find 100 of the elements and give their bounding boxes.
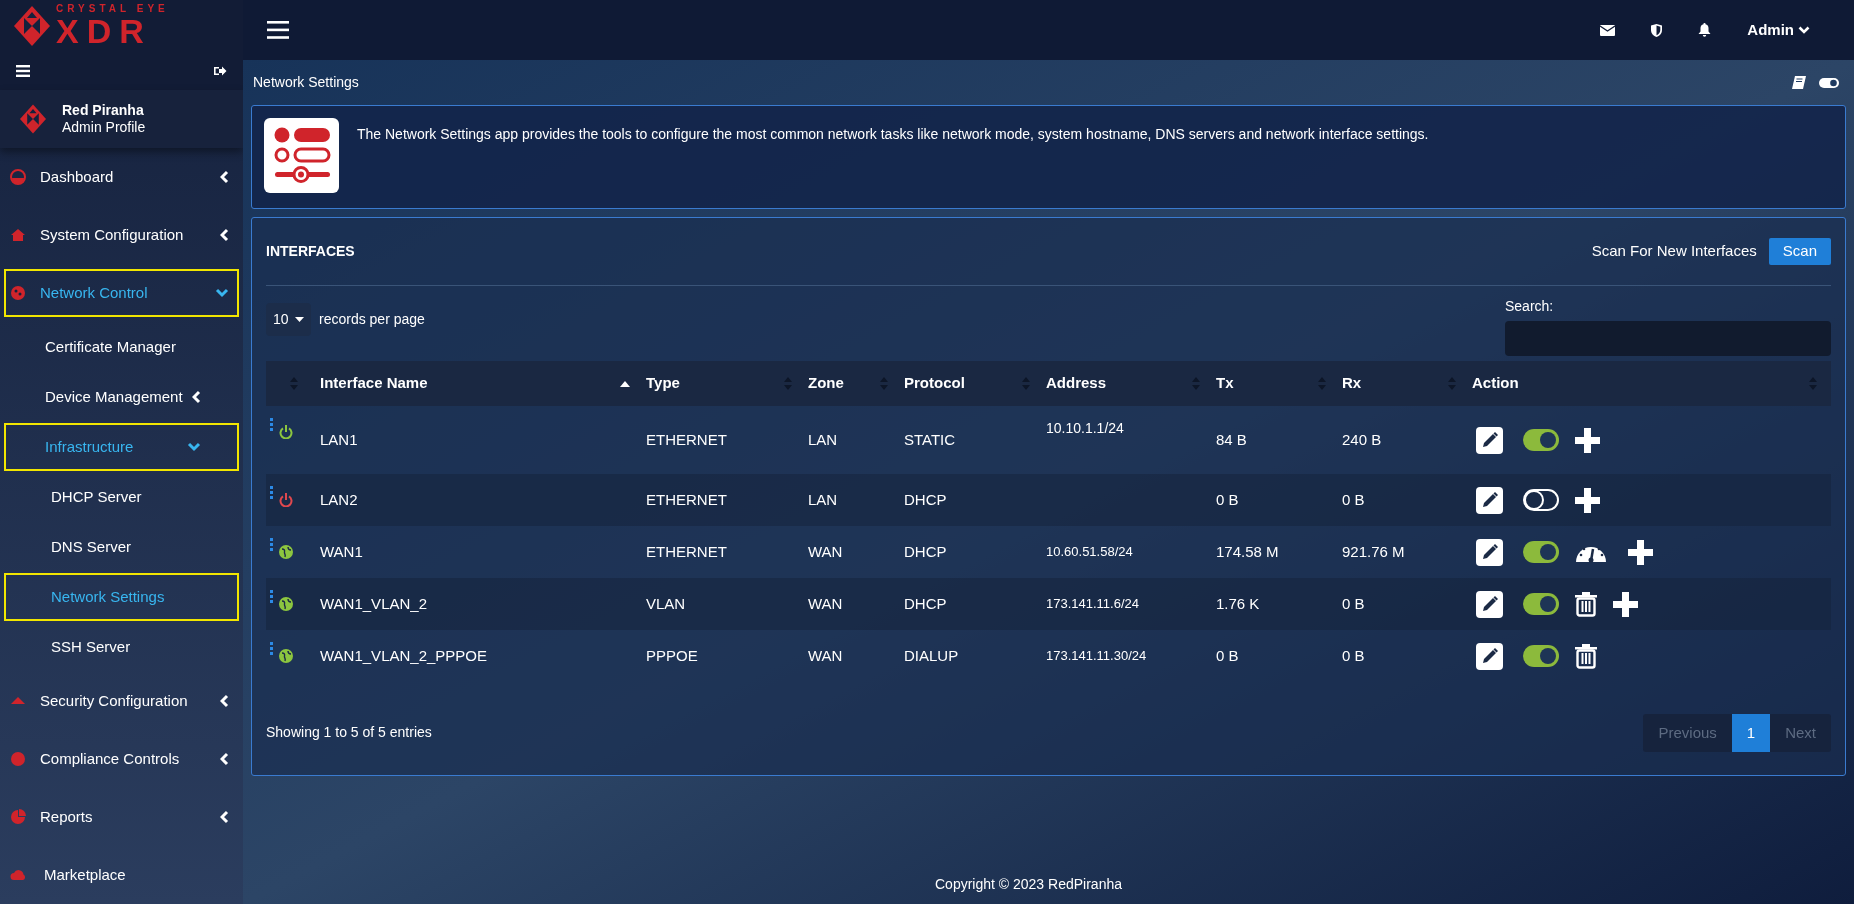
add-icon[interactable] [1628, 539, 1653, 565]
scan-label: Scan For New Interfaces [1591, 241, 1757, 262]
nav-item[interactable]: SSH Server [0, 622, 243, 672]
interface-name: WAN1 [320, 542, 363, 560]
delete-icon[interactable] [1575, 643, 1597, 669]
nav-item[interactable]: Reports [0, 788, 243, 846]
column-header[interactable]: Protocol [904, 372, 965, 395]
enable-toggle[interactable] [1523, 645, 1559, 667]
enable-toggle[interactable] [1523, 541, 1559, 563]
page-size-select[interactable]: 10 [266, 303, 311, 336]
nav-icon [10, 867, 26, 883]
bell-icon[interactable] [1698, 23, 1712, 37]
ip-address: 10.10.1.1/24 [1046, 419, 1124, 438]
theme-toggle[interactable] [1818, 76, 1840, 89]
zone: WAN [808, 542, 843, 560]
nav-item[interactable]: DNS Server [0, 522, 243, 572]
interface-name: WAN1_VLAN_2 [320, 594, 427, 612]
interface-name: WAN1_VLAN_2_PPPOE [320, 646, 488, 664]
table-summary: Showing 1 to 5 of 5 entries [266, 723, 432, 742]
interface-type: PPPOE [646, 646, 698, 664]
menu-icon[interactable] [16, 65, 30, 78]
scan-button[interactable]: Scan [1768, 238, 1831, 265]
user-menu[interactable]: Admin [1747, 18, 1810, 42]
rx-bytes: 0 B [1342, 646, 1365, 664]
tx-bytes: 0 B [1216, 490, 1239, 508]
nav-item[interactable]: System Configuration [0, 206, 243, 264]
search-field[interactable] [1505, 321, 1831, 356]
chevron-left-icon [220, 228, 229, 242]
protocol: STATIC [904, 430, 956, 448]
enable-toggle[interactable] [1523, 429, 1559, 451]
zone: WAN [808, 646, 843, 664]
nav-item[interactable]: Marketplace [0, 846, 243, 904]
column-header[interactable]: Action [1472, 372, 1519, 395]
protocol: DHCP [904, 542, 947, 560]
drag-handle-icon[interactable] [270, 590, 273, 603]
column-header[interactable]: Address [1046, 372, 1107, 395]
profile-name: Red Piranha [62, 101, 145, 119]
nav-item[interactable]: Dashboard [0, 148, 243, 206]
page-size-label: records per page [319, 310, 425, 329]
nav-item[interactable]: Device Management [0, 372, 243, 422]
enable-toggle[interactable] [1523, 593, 1559, 615]
interface-type: ETHERNET [646, 542, 727, 560]
nav-item[interactable]: Certificate Manager [0, 322, 243, 372]
add-icon[interactable] [1613, 591, 1638, 617]
ip-address: 10.60.51.58/24 [1046, 543, 1133, 562]
enable-toggle[interactable] [1523, 489, 1559, 511]
protocol: DHCP [904, 490, 947, 508]
interface-name: LAN1 [320, 430, 358, 448]
drag-handle-icon[interactable] [270, 418, 273, 431]
nav-icon [10, 809, 26, 825]
book-icon[interactable] [1792, 76, 1806, 89]
column-header[interactable]: Rx [1342, 372, 1362, 395]
zone: WAN [808, 594, 843, 612]
column-header[interactable]: Zone [808, 372, 844, 395]
delete-icon[interactable] [1575, 591, 1597, 617]
add-icon[interactable] [1575, 427, 1600, 453]
mail-icon[interactable] [1600, 24, 1616, 36]
sort-ascending-icon[interactable] [620, 380, 630, 387]
edit-button[interactable] [1476, 486, 1503, 514]
interface-type: ETHERNET [646, 490, 727, 508]
column-header[interactable]: Type [646, 372, 680, 395]
drag-handle-icon[interactable] [270, 642, 273, 655]
tx-bytes: 84 B [1216, 430, 1247, 448]
nav-item[interactable]: Security Configuration [0, 672, 243, 730]
logout-icon[interactable] [213, 65, 227, 78]
chevron-down-icon [1798, 25, 1810, 35]
brand-subtitle: CRYSTAL EYE [56, 4, 169, 15]
protocol: DHCP [904, 594, 947, 612]
settings-app-icon [264, 118, 339, 193]
zone: LAN [808, 430, 838, 448]
nav-icon [10, 285, 26, 301]
tx-bytes: 0 B [1216, 646, 1239, 664]
column-header[interactable]: Interface Name [320, 372, 428, 395]
edit-button[interactable] [1476, 642, 1503, 670]
protocol: DIALUP [904, 646, 959, 664]
edit-button[interactable] [1476, 590, 1503, 618]
profile-role: Admin Profile [62, 118, 146, 136]
chevron-down-icon [215, 288, 229, 298]
brand-name: XDR [56, 14, 153, 49]
menu-icon[interactable] [267, 21, 289, 39]
nav-icon [10, 169, 26, 185]
rx-bytes: 0 B [1342, 490, 1365, 508]
edit-button[interactable] [1476, 538, 1503, 566]
page-title: Network Settings [253, 73, 359, 92]
rx-bytes: 921.76 M [1342, 542, 1405, 560]
column-header[interactable]: Tx [1216, 372, 1234, 395]
chevron-left-icon [220, 752, 229, 766]
pagination-button[interactable]: 1 [1731, 714, 1771, 752]
chevron-left-icon [192, 390, 201, 404]
nav-item[interactable]: Compliance Controls [0, 730, 243, 788]
info-text: The Network Settings app provides the tools to configure the most common network tasks like network mode, system hostname, DNS servers and network interface settings. [357, 125, 1429, 144]
edit-button[interactable] [1476, 426, 1503, 454]
shield-icon[interactable] [1651, 23, 1663, 37]
nav-item[interactable]: DHCP Server [0, 472, 243, 522]
rx-bytes: 0 B [1342, 594, 1365, 612]
chevron-left-icon [220, 170, 229, 184]
drag-handle-icon[interactable] [270, 486, 273, 499]
drag-handle-icon[interactable] [270, 538, 273, 551]
nav-icon [10, 751, 26, 767]
add-icon[interactable] [1575, 487, 1600, 513]
